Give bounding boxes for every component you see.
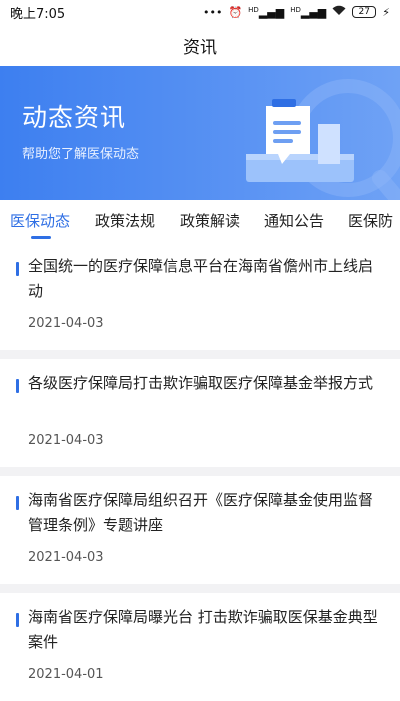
item-accent-bar (16, 496, 19, 510)
page-title: 资讯 (183, 37, 217, 58)
news-date: 2021-04-01 (28, 667, 104, 682)
news-title: 全国统一的医疗保障信息平台在海南省儋州市上线启动 (28, 257, 374, 300)
signal-icon-2: HD▂▄▆ (290, 5, 327, 19)
list-item[interactable]: 海南省医疗保障局组织召开《医疗保障基金使用监督管理条例》专题讲座 2021-04… (0, 476, 400, 584)
tab-policy-interpretation[interactable]: 政策解读 (180, 200, 240, 242)
tab-notices[interactable]: 通知公告 (264, 200, 324, 242)
status-time: 晚上7:05 (10, 6, 66, 22)
news-title: 海南省医疗保障局组织召开《医疗保障基金使用监督管理条例》专题讲座 (28, 491, 374, 534)
item-accent-bar (16, 613, 19, 627)
alarm-icon: ⏰ (228, 5, 243, 19)
news-date: 2021-04-03 (28, 550, 104, 565)
more-dots-icon: ••• (203, 5, 223, 19)
banner: 动态资讯 帮助您了解医保动态 (0, 66, 400, 200)
item-accent-bar (16, 379, 19, 393)
page-header: 资讯 (0, 24, 400, 66)
banner-subtitle: 帮助您了解医保动态 (22, 147, 140, 162)
divider (0, 350, 400, 359)
tab-medical-prevention[interactable]: 医保防 (348, 200, 393, 242)
battery-icon: 27 (352, 6, 377, 18)
wifi-icon (332, 5, 346, 19)
charging-icon: ⚡ (382, 5, 390, 19)
category-tabs: 医保动态 政策法规 政策解读 通知公告 医保防 (0, 200, 400, 242)
document-magnifier-icon (246, 79, 400, 200)
tab-policy-regulations[interactable]: 政策法规 (95, 200, 155, 242)
news-date: 2021-04-03 (28, 433, 104, 448)
signal-icon-1: HD▂▄▆ (248, 5, 285, 19)
active-tab-indicator (31, 236, 51, 239)
banner-title: 动态资讯 (22, 103, 127, 132)
news-date: 2021-04-03 (28, 316, 104, 331)
status-bar: 晚上7:05 ••• ⏰ HD▂▄▆ HD▂▄▆ 27 ⚡ (0, 0, 400, 24)
divider (0, 467, 400, 476)
news-list: 全国统一的医疗保障信息平台在海南省儋州市上线启动 2021-04-03 各级医疗… (0, 242, 400, 701)
news-title: 海南省医疗保障局曝光台 打击欺诈骗取医保基金典型案件 (28, 608, 378, 651)
status-icons: ••• ⏰ HD▂▄▆ HD▂▄▆ 27 ⚡ (203, 5, 390, 19)
list-item[interactable]: 全国统一的医疗保障信息平台在海南省儋州市上线启动 2021-04-03 (0, 242, 400, 350)
divider (0, 584, 400, 593)
list-item[interactable]: 海南省医疗保障局曝光台 打击欺诈骗取医保基金典型案件 2021-04-01 (0, 593, 400, 701)
news-title: 各级医疗保障局打击欺诈骗取医疗保障基金举报方式 (28, 374, 374, 392)
list-item[interactable]: 各级医疗保障局打击欺诈骗取医疗保障基金举报方式 2021-04-03 (0, 359, 400, 467)
item-accent-bar (16, 262, 19, 276)
